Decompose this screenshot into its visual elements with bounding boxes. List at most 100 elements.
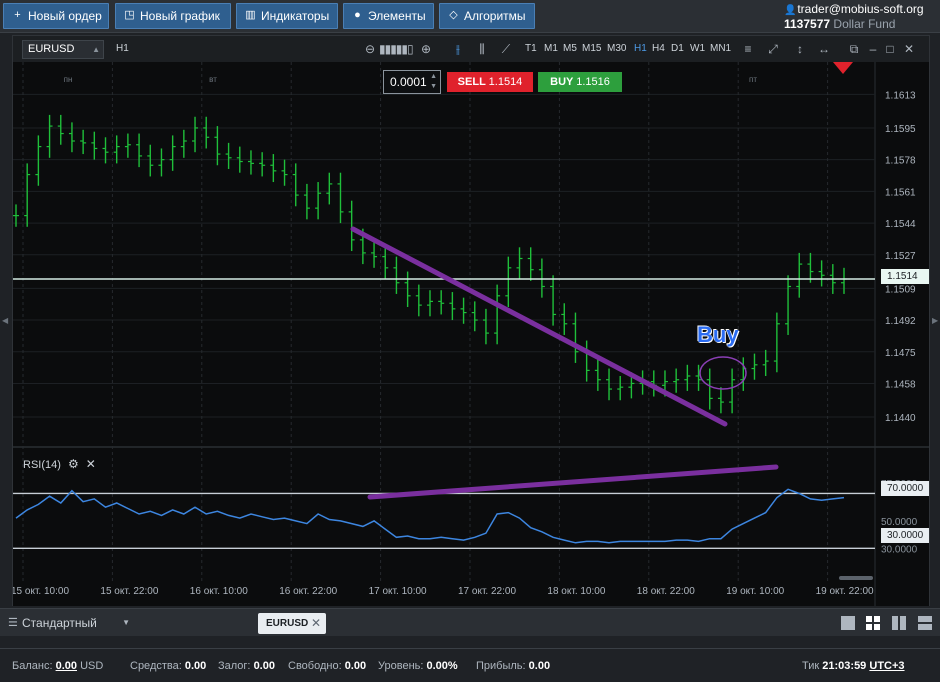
tf-h1[interactable]: H1: [634, 43, 647, 54]
account-fund: Dollar Fund: [833, 17, 896, 31]
gear-icon[interactable]: ⚙: [68, 457, 79, 471]
expand-diagonal-icon[interactable]: ⤢: [766, 41, 780, 57]
price-tick-label: 1.1561: [885, 187, 916, 198]
layout-name: Стандартный: [22, 616, 97, 630]
balance-label: Баланс:: [12, 660, 53, 672]
tf-d1[interactable]: D1: [671, 43, 684, 54]
user-icon: 👤: [784, 5, 797, 16]
settings-icon[interactable]: ≡: [741, 41, 755, 57]
bar-chart-icon[interactable]: ⫲: [451, 41, 465, 57]
new-chart-label: Новый график: [140, 9, 220, 23]
time-tick-label: 17 окт. 10:00: [369, 586, 427, 597]
free-value: 0.00: [344, 660, 367, 672]
zoom-slider[interactable]: ▮▮▮▮▮▯: [379, 41, 414, 57]
tf-m15[interactable]: M15: [582, 43, 601, 54]
free-label: Свободно:: [288, 660, 342, 672]
day-label: вт: [209, 75, 217, 84]
buy-button[interactable]: BUY 1.1516: [538, 72, 622, 92]
left-collapse-icon[interactable]: ◀: [2, 316, 8, 325]
layout-columns-icon[interactable]: [892, 616, 906, 630]
layout-rows-icon[interactable]: [918, 616, 932, 630]
algorithms-button[interactable]: ◇ Алгоритмы: [439, 3, 535, 29]
chevron-down-icon: ▼: [122, 618, 130, 627]
close-icon[interactable]: ✕: [311, 613, 321, 634]
new-chart-button[interactable]: ◳ Новый график: [115, 3, 231, 29]
time-tick-label: 19 окт. 22:00: [816, 586, 874, 597]
buy-annotation: Buy: [697, 322, 739, 347]
diamond-icon: ◇: [449, 9, 458, 21]
tf-m5[interactable]: M5: [563, 43, 577, 54]
algorithms-label: Алгоритмы: [464, 9, 526, 23]
current-price-tag: 1.1514: [881, 269, 929, 284]
indicators-button[interactable]: ▥ Индикаторы: [236, 3, 338, 29]
indicator-icon: ▥: [245, 9, 256, 21]
account-info[interactable]: 👤 trader@mobius-soft.org 1137577 Dollar …: [784, 1, 932, 32]
price-tick-label: 1.1440: [885, 413, 916, 424]
tf-w1[interactable]: W1: [690, 43, 705, 54]
rsi-name: RSI(14): [23, 459, 61, 471]
symbol-select[interactable]: EURUSD ▲▼: [22, 40, 104, 71]
close-icon[interactable]: ✕: [902, 41, 916, 57]
menu-icon: ☰: [8, 617, 18, 629]
line-chart-icon[interactable]: ⟋: [499, 41, 513, 57]
workspace-tabbar: ☰ Стандартный ▼ EURUSD ✕: [0, 608, 940, 636]
account-user: trader@mobius-soft.org: [797, 2, 924, 16]
margin-status: Залог: 0.00: [218, 660, 275, 672]
layout-select[interactable]: ☰ Стандартный ▼: [0, 609, 250, 637]
funds-status: Средства: 0.00: [130, 660, 206, 672]
quantity-input[interactable]: 0.0001 ▲ ▼: [383, 70, 441, 94]
tf-h4[interactable]: H4: [652, 43, 665, 54]
horizontal-resize-icon[interactable]: ↔: [817, 41, 831, 57]
zoom-in-icon[interactable]: ⊕: [419, 41, 433, 57]
time-tick-label: 15 окт. 22:00: [100, 586, 158, 597]
buy-price: 1.1516: [576, 76, 610, 88]
chart-icon: ◳: [124, 9, 135, 21]
candlestick-icon[interactable]: ⫼: [475, 41, 489, 57]
layout-single-icon[interactable]: [841, 616, 855, 630]
tab-eurusd[interactable]: EURUSD ✕: [258, 613, 326, 634]
maximize-icon[interactable]: □: [883, 41, 897, 57]
time-tick-label: 18 окт. 22:00: [637, 586, 695, 597]
timezone-select[interactable]: UTC+3: [869, 660, 904, 672]
price-tick-label: 1.1595: [885, 124, 916, 135]
price-tick-label: 1.1509: [885, 284, 916, 295]
popout-icon[interactable]: ⧉: [847, 41, 861, 57]
zoom-out-icon[interactable]: ⊖: [363, 41, 377, 57]
profit-value: 0.00: [528, 660, 551, 672]
main-toolbar: + Новый ордер ◳ Новый график ▥ Индикатор…: [0, 0, 940, 33]
chart-canvas[interactable]: 1.1613 1.1595 1.1578 1.1561 1.1544 1.1527 1.15…: [13, 62, 929, 606]
plus-icon: +: [14, 9, 21, 21]
close-icon[interactable]: ✕: [86, 457, 96, 471]
balance-currency: USD: [80, 660, 104, 672]
price-tick-label: 1.1578: [885, 156, 916, 167]
account-number: 1137577: [784, 17, 831, 31]
tf-m1[interactable]: M1: [544, 43, 558, 54]
elements-button[interactable]: ● Элементы: [343, 3, 434, 29]
minimize-icon[interactable]: –: [866, 41, 880, 57]
balance-value[interactable]: 0.00: [56, 660, 77, 672]
sell-button[interactable]: SELL 1.1514: [447, 72, 533, 92]
time-tick-label: 19 окт. 10:00: [726, 586, 784, 597]
day-label: пн: [64, 75, 73, 84]
rsi-upper-level-tag: 70.0000: [881, 481, 929, 496]
tf-mn1[interactable]: MN1: [710, 43, 731, 54]
elements-label: Элементы: [368, 9, 426, 23]
profit-status: Прибыль: 0.00: [476, 660, 550, 672]
time-tick-label: 15 окт. 10:00: [13, 586, 69, 597]
right-collapse-icon[interactable]: ▶: [932, 316, 938, 325]
price-tick-label: 1.1527: [885, 251, 916, 262]
price-tick-label: 1.1458: [885, 379, 916, 390]
new-order-button[interactable]: + Новый ордер: [3, 3, 109, 29]
indicators-label: Индикаторы: [261, 9, 330, 23]
tf-m30[interactable]: M30: [607, 43, 626, 54]
symbol-value: EURUSD: [28, 43, 75, 55]
level-label: Уровень:: [378, 660, 424, 672]
vertical-resize-icon[interactable]: ↕: [793, 41, 807, 57]
tf-t1[interactable]: T1: [525, 43, 537, 54]
layout-grid-icon[interactable]: [866, 616, 880, 630]
horizontal-scrollbar: [839, 576, 873, 580]
chart-window: EURUSD ▲▼ H1 ⊖ ▮▮▮▮▮▯ ⊕ ⫲ ⫼ ⟋ T1 M1 M5 M…: [12, 35, 930, 606]
tick-status: Тик 21:03:59 UTC+3: [802, 660, 905, 672]
margin-value: 0.00: [253, 660, 275, 672]
rsi-tick-label: 30.0000: [881, 544, 918, 555]
